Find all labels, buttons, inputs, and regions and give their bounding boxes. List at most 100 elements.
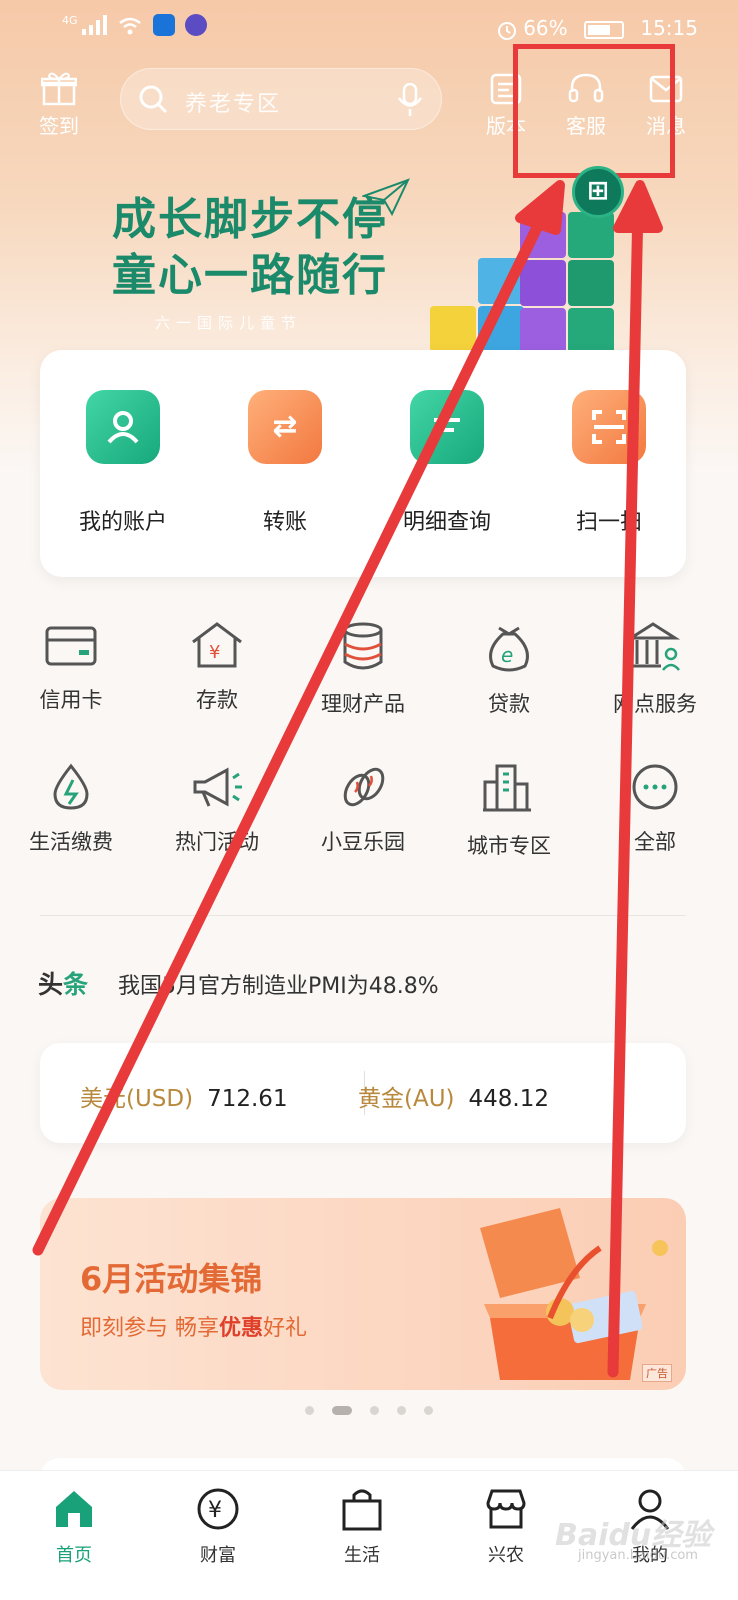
service-label: 网点服务 (613, 692, 697, 716)
tab-agriculture[interactable]: 兴农 (456, 1487, 556, 1567)
gift-box-illustration (480, 1208, 668, 1380)
wealth-products-icon (343, 622, 383, 670)
rate-name: 美元(USD) (80, 1086, 194, 1112)
block-decoration (568, 212, 614, 258)
rate-name: 黄金(AU) (358, 1086, 455, 1112)
alarm-icon (497, 21, 516, 40)
quick-action-my-account[interactable]: 我的账户 (58, 390, 188, 536)
megaphone-icon (193, 767, 242, 807)
tab-label: 兴农 (488, 1545, 524, 1566)
block-decoration (478, 306, 524, 352)
circle-app-icon (185, 14, 208, 36)
search-icon (139, 85, 168, 114)
ad-tag: 广告 (642, 1364, 672, 1382)
service-label: 存款 (196, 688, 238, 712)
promo-subtitle: 即刻参与 畅享优惠好礼 (80, 1310, 307, 1342)
banner-line-1: 成长脚步不停 (112, 194, 388, 245)
rate-gold: 黄金(AU) 448.12 (358, 1079, 549, 1113)
carousel-dot[interactable] (305, 1406, 314, 1415)
carousel-dot[interactable] (370, 1406, 379, 1415)
status-right: 66% 15:15 (497, 16, 698, 40)
home-icon (56, 1491, 92, 1527)
search-bar[interactable]: 养老专区 (120, 68, 442, 130)
quick-action-transfer[interactable]: ⇄ 转账 (220, 390, 350, 536)
carousel-indicator (0, 1406, 738, 1415)
service-label: 生活缴费 (29, 830, 113, 854)
scan-icon (572, 390, 646, 464)
carousel-dot[interactable] (397, 1406, 406, 1415)
bank-logo-icon: ⊞ (572, 166, 624, 218)
signal-icon (81, 15, 107, 35)
rates-card[interactable]: 美元(USD) 712.61 黄金(AU) 448.12 (40, 1043, 686, 1143)
tab-label: 首页 (56, 1545, 92, 1566)
carousel-dot[interactable] (424, 1406, 433, 1415)
details-icon (410, 390, 484, 464)
credit-card-icon (45, 626, 97, 666)
tab-label: 生活 (344, 1545, 380, 1566)
rate-usd: 美元(USD) 712.61 (80, 1079, 288, 1113)
service-credit-card[interactable]: 信用卡 (16, 620, 126, 714)
service-label: 贷款 (488, 692, 530, 716)
search-placeholder: 养老专区 (185, 92, 282, 117)
wifi-icon (119, 17, 142, 35)
service-wealth-products[interactable]: 理财产品 (308, 620, 418, 718)
block-decoration (430, 306, 476, 352)
rate-value: 712.61 (207, 1086, 288, 1112)
deposit-icon: ¥ (192, 622, 242, 668)
banner-subtitle: 六一国际儿童节 (155, 314, 303, 332)
quick-action-scan[interactable]: 扫一扫 (544, 390, 674, 536)
service-branch[interactable]: 网点服务 (600, 620, 710, 718)
city-icon (483, 764, 531, 812)
banner-line-2: 童心一路随行 (112, 250, 388, 301)
svg-text:¥: ¥ (208, 1498, 222, 1523)
news-tag-accent: 条 (63, 970, 89, 999)
quick-action-label: 明细查询 (402, 510, 491, 535)
promo-sub-bold: 优惠 (219, 1316, 264, 1341)
shopping-bag-icon (342, 1489, 382, 1531)
promo-sub-prefix: 即刻参与 畅享 (80, 1316, 219, 1341)
microphone-icon[interactable] (397, 83, 423, 117)
promo-title: 6月活动集锦 (80, 1260, 263, 1298)
promo-banner[interactable]: 6月活动集锦 即刻参与 畅享优惠好礼 广告 (40, 1198, 686, 1390)
annotation-highlight-box (513, 44, 675, 178)
news-headline[interactable]: 我国5月官方制造业PMI为48.8% (118, 968, 439, 1000)
section-divider (40, 915, 686, 916)
block-decoration (520, 308, 566, 354)
checkin-button[interactable]: 签到 (34, 70, 84, 139)
service-hot-events[interactable]: 热门活动 (162, 762, 272, 856)
tab-label: 财富 (200, 1545, 236, 1566)
quick-action-details[interactable]: 明细查询 (382, 390, 512, 536)
service-bean-park[interactable]: 小豆乐园 (308, 762, 418, 856)
account-icon (86, 390, 160, 464)
status-left: 4G (62, 14, 208, 36)
tab-wealth[interactable]: ¥ 财富 (168, 1487, 268, 1567)
service-label: 信用卡 (39, 688, 103, 712)
news-tag: 头条 (38, 965, 88, 1001)
checkin-label: 签到 (39, 114, 79, 138)
quick-action-label: 扫一扫 (575, 510, 642, 535)
block-decoration (478, 258, 524, 304)
carousel-dot-active[interactable] (332, 1406, 352, 1415)
service-bill-payment[interactable]: 生活缴费 (16, 762, 126, 856)
battery-percent: 66% (523, 16, 568, 40)
quick-action-label: 转账 (262, 510, 307, 535)
banner-headline[interactable]: 成长脚步不停 童心一路随行 (112, 192, 388, 304)
bean-icon (343, 767, 385, 807)
service-deposit[interactable]: ¥ 存款 (162, 620, 272, 714)
service-all[interactable]: 全部 (600, 762, 710, 856)
block-decoration (568, 260, 614, 306)
promo-sub-suffix: 好礼 (263, 1316, 308, 1341)
tab-home[interactable]: 首页 (24, 1487, 124, 1567)
service-label: 热门活动 (175, 830, 259, 854)
loan-icon: e (489, 626, 529, 672)
service-label: 理财产品 (321, 692, 405, 716)
store-icon (486, 1489, 526, 1529)
more-icon (632, 764, 678, 810)
quick-actions-card: 我的账户 ⇄ 转账 明细查询 扫一扫 (40, 350, 686, 577)
tab-life[interactable]: 生活 (312, 1487, 412, 1567)
service-city-zone[interactable]: 城市专区 (454, 762, 564, 860)
branch-service-icon (627, 622, 681, 671)
quick-action-label: 我的账户 (78, 510, 167, 535)
paper-plane-icon (362, 178, 410, 217)
service-loan[interactable]: e 贷款 (454, 620, 564, 718)
